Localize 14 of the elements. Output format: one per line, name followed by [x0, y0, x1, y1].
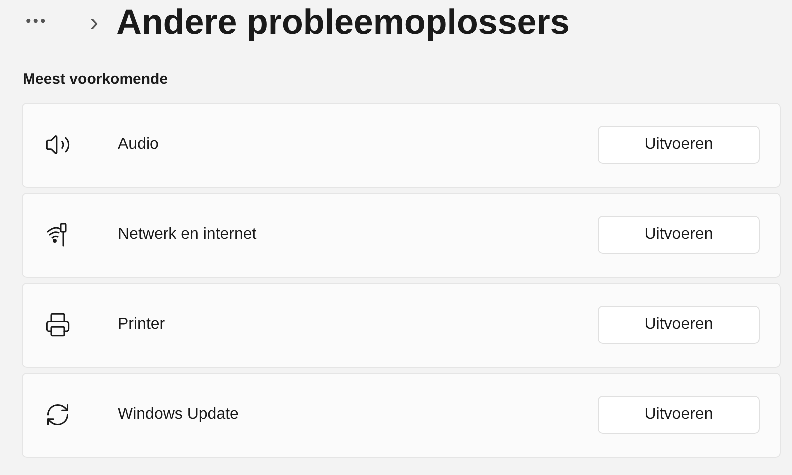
troubleshooter-label: Windows Update — [118, 405, 239, 425]
run-button[interactable]: Uitvoeren — [598, 306, 760, 344]
page-title: Andere probleemoplossers — [116, 4, 570, 40]
refresh-icon — [45, 402, 71, 428]
run-button[interactable]: Uitvoeren — [598, 216, 760, 254]
more-button[interactable]: ••• — [26, 10, 60, 34]
printer-icon — [45, 312, 71, 338]
troubleshooter-label: Netwerk en internet — [118, 225, 257, 245]
section-heading: Meest voorkomende — [23, 70, 170, 90]
chevron-separator: › — [90, 9, 99, 35]
run-button[interactable]: Uitvoeren — [598, 126, 760, 164]
troubleshooter-label: Audio — [118, 135, 159, 155]
run-button[interactable]: Uitvoeren — [598, 396, 760, 434]
troubleshooter-label: Printer — [118, 315, 166, 335]
